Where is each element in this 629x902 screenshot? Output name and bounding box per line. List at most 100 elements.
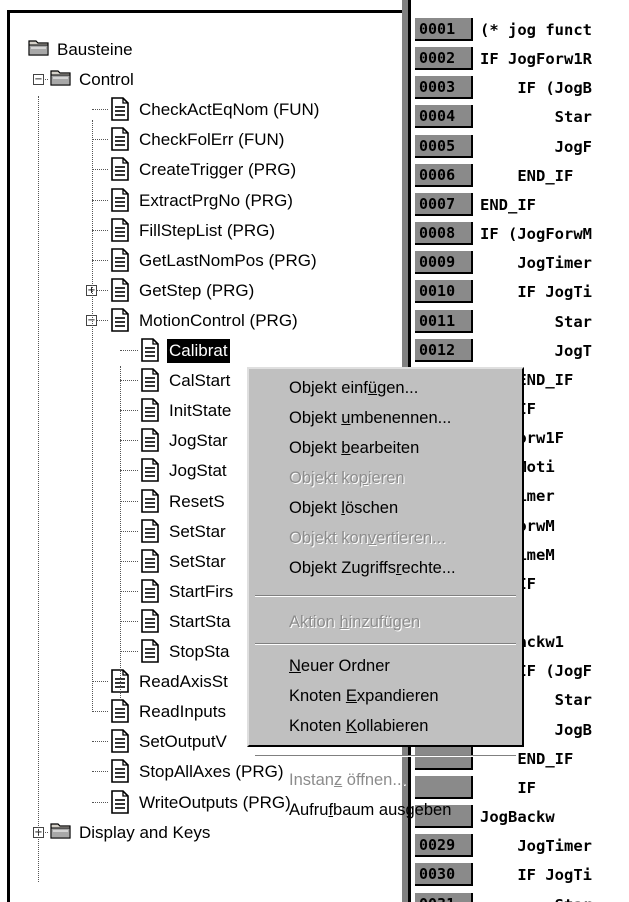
tree-node-label: MotionControl (PRG) [139,310,298,330]
tree-node-label: StartSta [169,611,231,631]
code-line[interactable]: 0010 IF JogTi [411,277,629,307]
menu-item-label-part: earbeiten [350,439,420,457]
tree-node-display-and-keys[interactable]: Display and Keys + [0,819,402,849]
menu-item-objekt-konvertieren: Objekt konvertieren... [289,527,446,549]
line-number: 0010 [415,280,473,304]
document-icon [110,187,132,212]
menu-item-label-part: ollabieren [356,717,429,735]
line-number: 0012 [415,338,473,362]
line-number: 0007 [415,192,473,216]
code-line[interactable]: 0004 Star [411,102,629,132]
collapse-icon[interactable]: − [33,74,44,86]
menu-item-objekt-zugriffsrechte[interactable]: Objekt Zugriffsrechte... [289,557,456,579]
code-line[interactable]: 0031 Star [411,890,629,902]
menu-item-label-part: Knoten [289,717,346,735]
document-icon [110,157,132,182]
line-number [415,746,473,770]
menu-item-objekt-einf-gen[interactable]: Objekt einfügen... [289,377,418,399]
code-text: IF JogTi [480,283,592,302]
tree-node-label: CheckFolErr (FUN) [139,130,285,150]
tree-node-label: WriteOutputs (PRG) [139,792,291,812]
menu-item-label-part: Objekt ko [289,469,359,487]
line-number: 0030 [415,863,473,887]
code-line[interactable]: 0006 END_IF [411,161,629,191]
line-number: 0004 [415,105,473,129]
tree-node-label: GetStep (PRG) [139,280,255,300]
folder-icon [50,820,72,844]
menu-item-objekt-l-schen[interactable]: Objekt löschen [289,497,398,519]
menu-item-label-part: Objekt einf [289,379,368,397]
tree-node-label: CalStart [169,371,231,391]
document-icon [110,127,132,152]
code-text: END_IF [480,195,536,214]
code-line[interactable]: 0011 Star [411,307,629,337]
code-line[interactable]: 0002 IF JogForw1R [411,44,629,74]
document-icon [140,578,162,603]
code-line[interactable]: 0009 JogTimer [411,248,629,278]
code-line[interactable]: 0001 (* jog funct [411,15,629,45]
tree-node-label: JogStat [169,461,227,481]
menu-separator [255,595,516,597]
code-text: IF [480,778,536,797]
code-line[interactable]: 0029 JogTimer [411,831,629,861]
tree-node-label: Calibrat [167,339,230,363]
document-icon [140,609,162,633]
menu-item-label-part: Objekt kon [289,529,368,547]
menu-item-objekt-bearbeiten[interactable]: Objekt bearbeiten [289,437,419,459]
tree-node-label: StopAllAxes (PRG) [139,762,284,782]
code-line[interactable]: 0012 JogT [411,336,629,366]
document-icon [110,789,132,814]
tree-node-getstep-prg[interactable]: GetStep (PRG) + [0,277,402,307]
tree-node-createtrigger-prg[interactable]: CreateTrigger (PRG) [0,156,402,186]
document-icon [110,97,132,121]
menu-item-label-part: E [345,687,357,705]
code-text: END_IF [480,749,574,768]
menu-item-label-part: Aufru [289,801,329,819]
tree-node-control[interactable]: Control − [0,66,402,96]
tree-node-checkfolerr-fun[interactable]: CheckFolErr (FUN) [0,126,402,156]
document-icon [110,277,132,302]
document-icon [140,639,162,663]
menu-item-label-part: öffnen... [342,771,407,789]
menu-item-label-part: p [358,469,368,487]
line-number: 0029 [415,834,473,858]
tree-node-label: Control [79,70,134,90]
line-number: 0001 [415,18,473,41]
menu-item-label-part: mbenennen... [350,409,452,427]
code-line[interactable]: END_IF [411,744,629,774]
tree-node-extractprgno-prg[interactable]: ExtractPrgNo (PRG) [0,187,402,217]
tree-node-label: SetStar [169,521,226,541]
tree-node-label: Display and Keys [79,822,211,842]
document-icon [140,398,162,422]
menu-item-label-part: h [339,613,349,631]
line-number: 0031 [415,892,473,902]
document-icon [140,428,162,453]
tree-node-getlastnompos-prg[interactable]: GetLastNomPos (PRG) [0,247,402,277]
code-text: IF (JogForwM [480,225,592,244]
code-line[interactable]: 0003 IF (JogB [411,73,629,103]
code-line[interactable]: 0008 IF (JogForwM [411,219,629,249]
menu-item-knoten-kollabieren[interactable]: Knoten Kollabieren [289,715,428,737]
menu-item-knoten-expandieren[interactable]: Knoten Expandieren [289,685,439,707]
code-line[interactable]: 0030 IF JogTi [411,860,629,890]
menu-item-label-part: baum ausgeben [333,801,452,819]
tree-node-checkacteqnom-fun[interactable]: CheckActEqNom (FUN) [0,96,402,126]
code-line[interactable]: 0005 JogF [411,132,629,162]
code-text: (* jog funct [480,21,592,39]
tree-node-label: SetOutputV [139,732,227,752]
tree-node-fillsteplist-prg[interactable]: FillStepList (PRG) [0,217,402,247]
menu-item-aufrufbaum-ausgeben[interactable]: Aufrufbaum ausgeben [289,799,451,821]
tree-root-bausteine[interactable]: Bausteine [0,36,402,66]
code-text: JogF [480,137,592,156]
menu-separator [255,643,516,645]
folder-icon [28,37,50,61]
menu-separator [255,755,516,757]
tree-node-calibrat[interactable]: Calibrat [0,337,402,367]
menu-item-neuer-ordner[interactable]: Neuer Ordner [289,655,390,677]
tree-node-motioncontrol-prg[interactable]: MotionControl (PRG) − [0,307,402,337]
menu-item-label-part: öschen [344,499,399,517]
code-text: Star [480,312,592,331]
menu-item-objekt-umbenennen[interactable]: Objekt umbenennen... [289,407,451,429]
code-line[interactable]: 0007 END_IF [411,190,629,220]
menu-item-label-part: Objekt [289,499,342,517]
